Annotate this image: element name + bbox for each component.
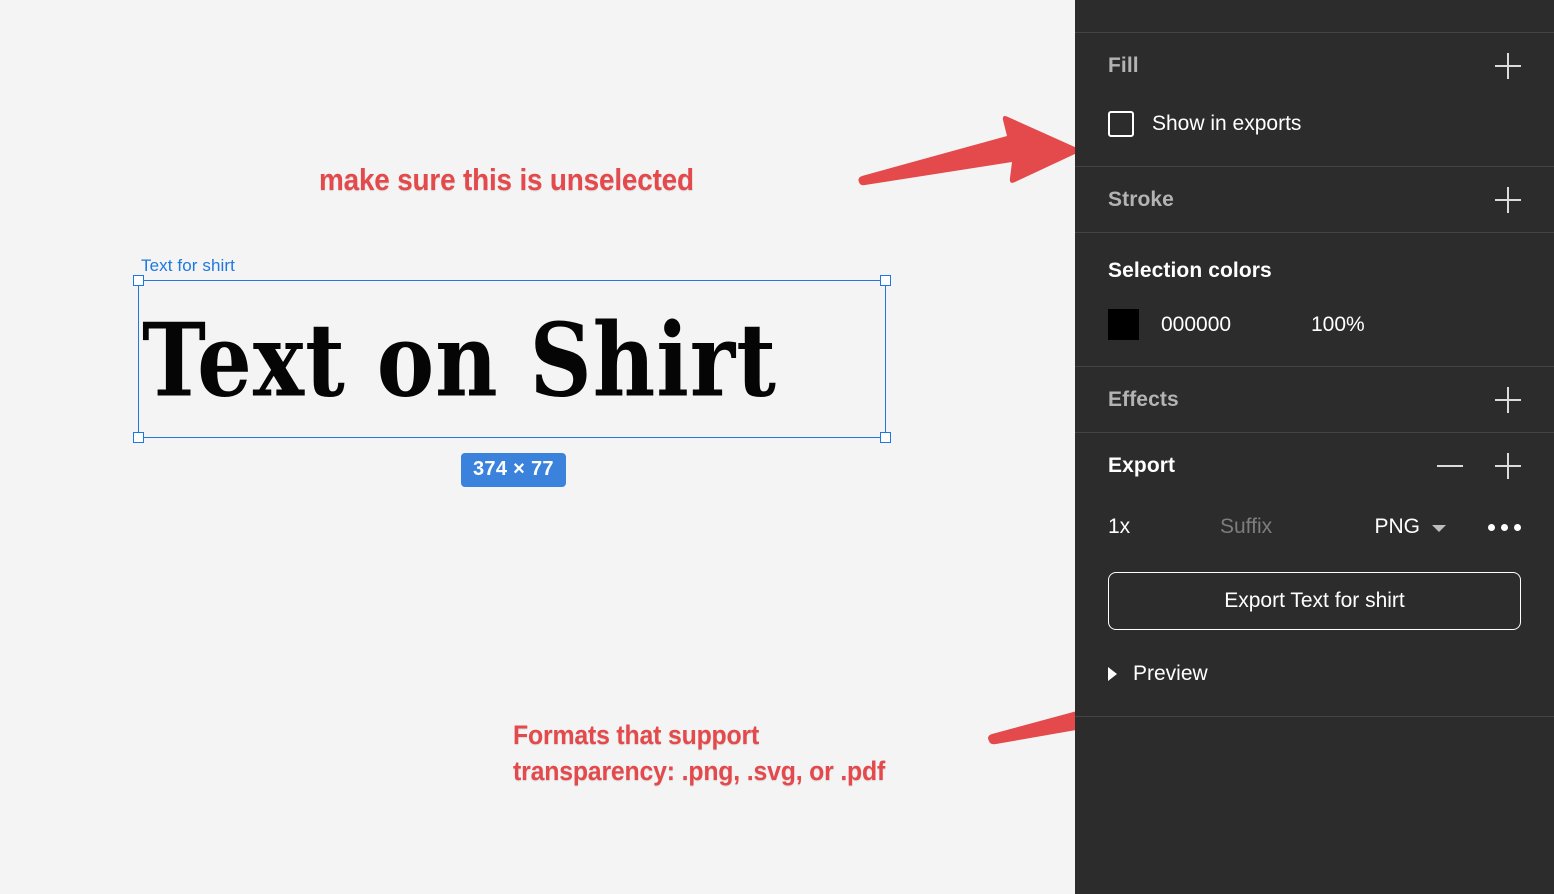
- fill-header: Fill: [1108, 33, 1521, 98]
- resize-handle-top-right[interactable]: [880, 275, 891, 286]
- show-in-exports-checkbox[interactable]: [1108, 111, 1134, 137]
- add-fill-button[interactable]: [1495, 52, 1521, 79]
- effects-header: Effects: [1108, 367, 1521, 432]
- remove-export-setting-button[interactable]: [1437, 453, 1463, 479]
- ellipsis-dot: [1514, 523, 1521, 531]
- resize-handle-top-left[interactable]: [133, 275, 144, 286]
- export-header-actions: [1437, 452, 1521, 479]
- section-effects: Effects: [1075, 367, 1554, 433]
- section-stroke: Stroke: [1075, 167, 1554, 233]
- export-format-dropdown[interactable]: PNG: [1374, 515, 1446, 539]
- selection-bounding-box[interactable]: [133, 275, 891, 443]
- fill-title: Fill: [1108, 53, 1139, 77]
- export-button[interactable]: Export Text for shirt: [1108, 572, 1521, 630]
- add-export-setting-button[interactable]: [1495, 452, 1521, 479]
- panel-top-strip: [1075, 0, 1554, 33]
- color-opacity-value[interactable]: 100%: [1311, 313, 1365, 337]
- annotation-formats: Formats that support transparency: .png,…: [513, 718, 1028, 789]
- color-swatch[interactable]: [1108, 309, 1139, 340]
- effects-title: Effects: [1108, 387, 1179, 411]
- stroke-title: Stroke: [1108, 187, 1174, 211]
- preview-toggle-row[interactable]: Preview: [1108, 662, 1521, 686]
- export-format-value: PNG: [1374, 515, 1420, 538]
- add-effect-button[interactable]: [1495, 386, 1521, 413]
- show-in-exports-row[interactable]: Show in exports: [1108, 104, 1521, 144]
- add-stroke-button[interactable]: [1495, 186, 1521, 213]
- design-canvas[interactable]: Text for shirt Text on Shirt 374 × 77 ma…: [0, 0, 1300, 894]
- annotation-formats-line2: transparency: .png, .svg, or .pdf: [513, 755, 886, 786]
- fill-header-actions: [1495, 52, 1521, 79]
- export-scale-input[interactable]: 1x: [1108, 515, 1220, 539]
- selection-color-row[interactable]: 000000 100%: [1108, 309, 1521, 340]
- stroke-header: Stroke: [1108, 167, 1521, 232]
- arrow-to-show-in-exports-icon: [858, 116, 1079, 186]
- export-settings-row: 1x Suffix PNG: [1108, 504, 1521, 550]
- ellipsis-dot: [1501, 523, 1508, 531]
- export-title: Export: [1108, 453, 1176, 477]
- section-export: Export 1x Suffix PNG Export Text for shi…: [1075, 433, 1554, 717]
- export-more-options-button[interactable]: [1488, 523, 1521, 531]
- color-hex-value[interactable]: 000000: [1161, 313, 1311, 337]
- triangle-right-icon: [1108, 667, 1117, 681]
- show-in-exports-label: Show in exports: [1152, 112, 1302, 135]
- right-properties-panel: Fill Show in exports Stroke Selection co…: [1075, 0, 1554, 894]
- export-suffix-input[interactable]: Suffix: [1220, 515, 1374, 539]
- annotation-formats-line1: Formats that support: [513, 720, 760, 750]
- effects-header-actions: [1495, 386, 1521, 413]
- resize-handle-bottom-left[interactable]: [133, 432, 144, 443]
- preview-label: Preview: [1133, 662, 1208, 685]
- ellipsis-dot: [1488, 523, 1495, 531]
- export-header: Export: [1108, 433, 1521, 498]
- resize-handle-bottom-right[interactable]: [880, 432, 891, 443]
- chevron-down-icon: [1432, 525, 1446, 532]
- section-selection-colors: Selection colors 000000 100%: [1075, 233, 1554, 367]
- annotation-unselected: make sure this is unselected: [319, 162, 694, 197]
- selection-size-badge: 374 × 77: [461, 453, 566, 487]
- figma-window: Text for shirt Text on Shirt 374 × 77 ma…: [0, 0, 1554, 894]
- selection-colors-title: Selection colors: [1108, 259, 1272, 282]
- section-fill: Fill Show in exports: [1075, 33, 1554, 167]
- layer-name-label[interactable]: Text for shirt: [141, 256, 235, 276]
- stroke-header-actions: [1495, 186, 1521, 213]
